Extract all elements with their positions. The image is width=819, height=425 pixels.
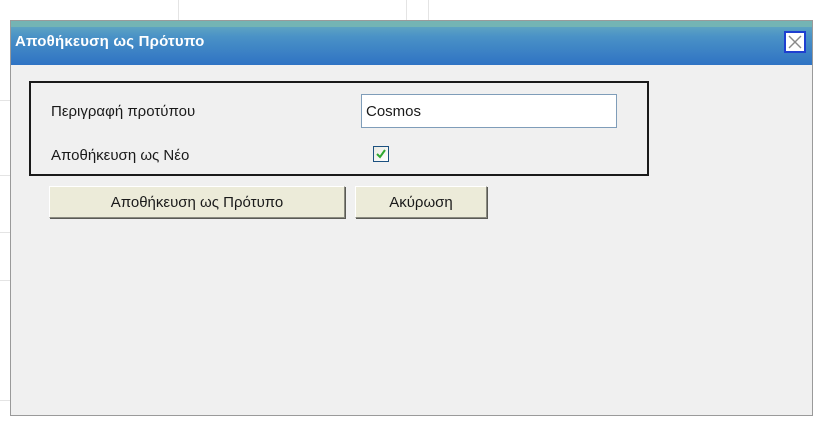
close-icon	[788, 35, 802, 49]
background-gridline	[0, 100, 10, 101]
template-form: Περιγραφή προτύπου Αποθήκευση ως Νέο	[29, 81, 649, 176]
save-as-template-button[interactable]: Αποθήκευση ως Πρότυπο	[49, 186, 345, 218]
dialog-title: Αποθήκευση ως Πρότυπο	[15, 33, 205, 50]
save-as-new-checkbox[interactable]	[373, 146, 389, 162]
checkmark-icon	[376, 149, 386, 159]
cancel-button[interactable]: Ακύρωση	[355, 186, 487, 218]
background-gridline	[178, 0, 179, 20]
close-button[interactable]	[784, 31, 806, 53]
dialog-titlebar[interactable]: Αποθήκευση ως Πρότυπο	[11, 21, 812, 65]
description-input[interactable]	[361, 94, 617, 128]
background-gridline	[0, 232, 10, 233]
description-label: Περιγραφή προτύπου	[51, 103, 196, 120]
save-as-template-dialog: Αποθήκευση ως Πρότυπο Περιγραφή προτύπου…	[10, 20, 813, 416]
background-gridline	[0, 280, 10, 281]
background-gridline	[428, 0, 429, 20]
titlebar-top-stripe	[11, 21, 812, 27]
background-gridline	[0, 400, 10, 401]
background-gridline	[406, 0, 407, 20]
background-gridline	[0, 175, 10, 176]
save-as-new-label: Αποθήκευση ως Νέο	[51, 147, 190, 164]
